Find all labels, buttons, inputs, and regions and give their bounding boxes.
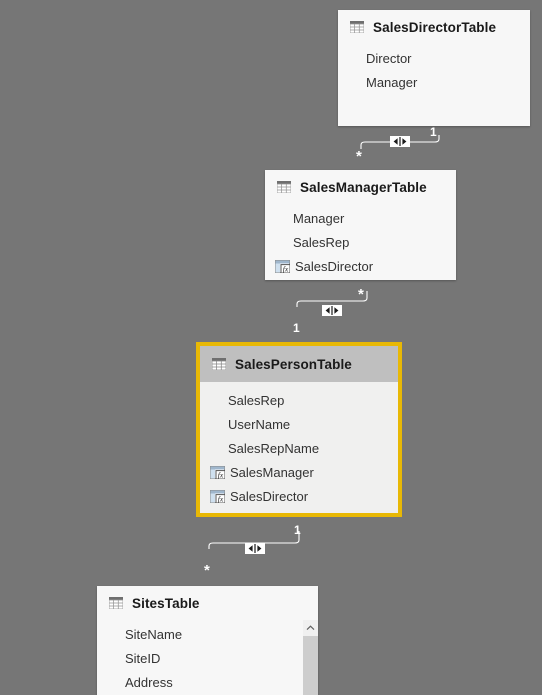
calculated-column-icon: fx [210,489,230,503]
table-title: SalesDirectorTable [373,19,497,35]
field-name: Manager [293,210,345,226]
cardinality-label-many: * [358,286,364,303]
field-row[interactable]: Manager [265,206,456,230]
table-header[interactable]: SalesManagerTable [265,170,456,204]
field-name: SalesManager [230,464,314,480]
field-row[interactable]: SalesRepName [200,436,398,460]
model-diagram-canvas[interactable]: SalesDirectorTable Director Manager 1 * [0,0,542,695]
field-row[interactable]: fx SalesDirector [200,484,398,508]
field-row[interactable]: fx SalesManager [200,460,398,484]
svg-text:fx: fx [283,264,289,273]
table-card-salesmanagertable[interactable]: SalesManagerTable Manager SalesRep fx Sa… [265,170,456,280]
field-name: UserName [228,416,291,432]
table-card-salesdirectortable[interactable]: SalesDirectorTable Director Manager [338,10,530,126]
table-title: SalesManagerTable [300,179,427,195]
table-card-sitestable[interactable]: SitesTable SiteName SiteID Address [97,586,318,695]
field-row[interactable]: SalesRep [265,230,456,254]
svg-text:fx: fx [218,494,224,503]
table-title: SitesTable [132,595,200,611]
field-row[interactable]: Manager [338,70,530,94]
table-card-salespersontable[interactable]: SalesPersonTable SalesRep UserName Sales… [196,342,402,517]
field-name: SalesDirector [230,488,309,504]
field-list: SalesRep UserName SalesRepName fx SalesM… [200,382,398,513]
field-list: Director Manager [338,44,530,94]
field-row[interactable]: fx SalesDirector [265,254,456,278]
field-row[interactable]: SalesRep [200,388,398,412]
cardinality-label-one: 1 [294,523,301,537]
bidirectional-filter-icon[interactable] [390,136,410,147]
calculated-column-icon: fx [275,259,295,273]
bidirectional-filter-icon[interactable] [322,305,342,316]
field-list: Manager SalesRep fx SalesDirector [265,204,456,278]
field-name: SiteID [125,650,161,666]
bidirectional-filter-icon[interactable] [245,543,265,554]
field-name: SalesRep [228,392,285,408]
field-row[interactable]: UserName [200,412,398,436]
field-list: SiteName SiteID Address [97,620,318,694]
vertical-scrollbar[interactable] [303,620,318,695]
field-name: SalesRepName [228,440,320,456]
table-grid-icon [109,597,123,609]
cardinality-label-many: * [204,562,210,579]
field-name: SalesRep [293,234,350,250]
field-name: Director [366,50,412,66]
field-name: SalesDirector [295,258,374,274]
field-name: SiteName [125,626,183,642]
table-header[interactable]: SalesDirectorTable [338,10,530,44]
svg-text:fx: fx [218,470,224,479]
table-grid-icon [277,181,291,193]
table-header[interactable]: SitesTable [97,586,318,620]
table-title: SalesPersonTable [235,356,352,372]
cardinality-label-many: * [356,148,362,165]
cardinality-label-one: 1 [430,125,437,139]
field-row[interactable]: SiteID [97,646,318,670]
field-row[interactable]: SiteName [97,622,318,646]
calculated-column-icon: fx [210,465,230,479]
table-grid-icon [350,21,364,33]
field-row[interactable]: Address [97,670,318,694]
chevron-up-icon[interactable] [303,620,318,636]
field-row[interactable]: Director [338,46,530,70]
cardinality-label-one: 1 [293,321,300,335]
table-grid-icon [212,358,226,370]
field-name: Address [125,674,173,690]
field-name: Manager [366,74,418,90]
table-header[interactable]: SalesPersonTable [200,346,398,382]
